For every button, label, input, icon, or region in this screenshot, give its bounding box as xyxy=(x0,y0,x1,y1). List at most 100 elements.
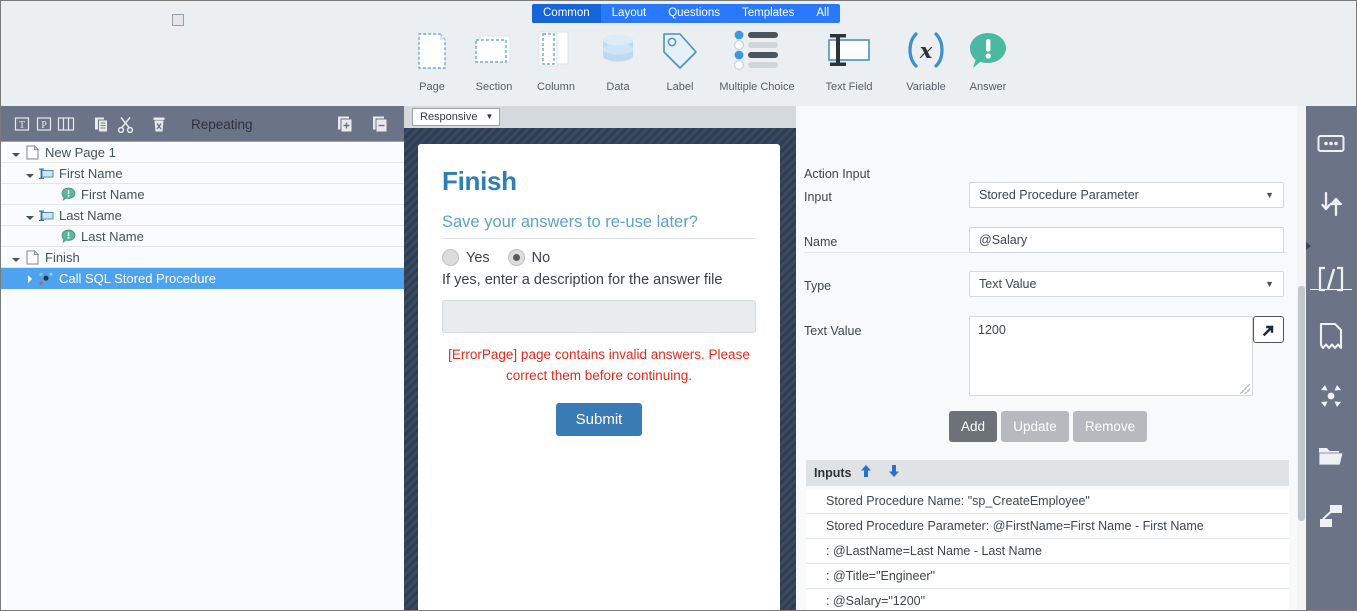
expand-all-icon[interactable] xyxy=(335,113,357,135)
rail-item-flow[interactable] xyxy=(1313,186,1349,222)
rail-item-properties[interactable] xyxy=(1313,126,1349,162)
update-button[interactable]: Update xyxy=(1001,411,1069,442)
input-label: Input xyxy=(804,190,832,204)
ribbon-tab-layout[interactable]: Layout xyxy=(601,4,658,23)
tree-item-first-name-field[interactable]: First Name xyxy=(1,163,404,184)
arrow-up-right-icon xyxy=(1262,325,1274,337)
ribbon-item-answer[interactable]: Answer xyxy=(957,25,1019,93)
page-icon xyxy=(23,144,41,160)
tree-item-first-name-answer[interactable]: First Name xyxy=(1,184,404,205)
ribbon-item-multiple-choice[interactable]: Multiple Choice xyxy=(711,25,803,93)
validation-error-message: [ErrorPage] page contains invalid answer… xyxy=(448,347,750,383)
ribbon-item-label: Data xyxy=(606,81,630,93)
remove-button[interactable]: Remove xyxy=(1073,411,1147,442)
tree-item-finish[interactable]: Finish xyxy=(1,247,404,268)
ribbon-item-label: Column xyxy=(537,81,575,93)
text-field-icon xyxy=(37,167,55,180)
ribbon-item-label: Answer xyxy=(969,81,1007,93)
resize-grip-icon[interactable] xyxy=(1240,384,1250,394)
inputs-list-row[interactable]: Stored Procedure Name: "sp_CreateEmploye… xyxy=(806,489,1289,514)
twisty-icon[interactable] xyxy=(23,208,37,223)
document-icon xyxy=(1319,322,1343,350)
text-value-content: 1200 xyxy=(978,323,1006,337)
tree-item-last-name-field[interactable]: Last Name xyxy=(1,205,404,226)
name-label: Name xyxy=(804,235,838,249)
ribbon-item-label: Multiple Choice xyxy=(719,81,795,93)
rail-item-layers[interactable] xyxy=(1313,498,1349,534)
text-tool-icon[interactable]: T xyxy=(11,113,33,135)
inputs-list-header: Inputs xyxy=(806,460,1289,486)
tree-item-new-page-1[interactable]: New Page 1 xyxy=(1,142,404,163)
text-value-textarea[interactable]: 1200 xyxy=(969,316,1253,396)
page-title: Finish xyxy=(442,166,517,196)
copy-icon[interactable] xyxy=(91,113,113,135)
cut-icon[interactable] xyxy=(114,113,136,135)
name-input[interactable]: @Salary xyxy=(969,227,1284,253)
multiple-choice-icon xyxy=(731,25,783,75)
ribbon-item-label: Page xyxy=(419,81,445,93)
save-answers-radio-group: Yes No xyxy=(442,249,756,266)
inputs-list-row[interactable]: : @Salary="1200" xyxy=(806,589,1289,610)
rail-active-indicator xyxy=(1306,242,1311,250)
add-button[interactable]: Add xyxy=(949,411,997,442)
ribbon-tab-common[interactable]: Common xyxy=(532,4,601,23)
submit-button[interactable]: Submit xyxy=(555,402,643,436)
tag-icon xyxy=(658,25,702,75)
columns-tool-icon[interactable] xyxy=(55,113,77,135)
tree-item-call-sql-stored-procedure[interactable]: Call SQL Stored Procedure xyxy=(1,268,404,289)
ribbon-item-data[interactable]: Data xyxy=(587,25,649,93)
repeating-checkbox[interactable] xyxy=(172,14,184,26)
preview-toolbar: Responsive ▼ xyxy=(404,106,796,128)
ribbon-tab-questions[interactable]: Questions xyxy=(657,4,731,23)
answer-description-input[interactable] xyxy=(442,300,756,333)
tree-item-label: New Page 1 xyxy=(45,144,116,160)
twisty-icon[interactable] xyxy=(23,271,37,286)
form-preview-panel: Responsive ▼ Finish Save your answers to… xyxy=(404,106,796,610)
rail-item-navigate[interactable] xyxy=(1313,378,1349,414)
input-select-value: Stored Procedure Parameter xyxy=(979,188,1139,202)
properties-scrollbar-thumb[interactable] xyxy=(1298,286,1305,521)
tree-item-label: Last Name xyxy=(81,228,144,244)
layers-icon xyxy=(1320,505,1342,527)
input-select[interactable]: Stored Procedure Parameter ▼ xyxy=(969,182,1284,208)
radio-yes-icon[interactable] xyxy=(442,249,459,266)
rail-item-code[interactable] xyxy=(1313,261,1349,297)
ribbon-item-text-field[interactable]: Text Field xyxy=(803,25,895,93)
ribbon-item-variable[interactable]: x Variable xyxy=(895,25,957,93)
move-up-icon[interactable] xyxy=(860,464,872,483)
twisty-icon[interactable] xyxy=(23,166,37,181)
move-down-icon[interactable] xyxy=(888,464,900,483)
page-tool-icon[interactable]: P xyxy=(33,113,55,135)
tree-item-last-name-answer[interactable]: Last Name xyxy=(1,226,404,247)
outline-panel: T P New Page 1 First Name First Name Las… xyxy=(1,106,404,610)
delete-icon[interactable] xyxy=(148,113,170,135)
expand-text-value-button[interactable] xyxy=(1253,316,1284,343)
twisty-icon[interactable] xyxy=(9,145,23,160)
svg-text:x: x xyxy=(919,38,933,63)
rail-item-document[interactable] xyxy=(1313,318,1349,354)
responsive-mode-select[interactable]: Responsive ▼ xyxy=(412,108,501,126)
inputs-list-row[interactable]: : @Title="Engineer" xyxy=(806,564,1289,589)
ribbon-item-page[interactable]: Page xyxy=(401,25,463,93)
inputs-list-row[interactable]: Stored Procedure Parameter: @FirstName=F… xyxy=(806,514,1289,539)
radio-option-yes[interactable]: Yes xyxy=(442,249,490,266)
chevron-down-icon: ▼ xyxy=(1265,279,1274,289)
ribbon-item-column[interactable]: Column xyxy=(525,25,587,93)
radio-option-no[interactable]: No xyxy=(507,249,550,266)
collapse-all-icon[interactable] xyxy=(370,113,392,135)
ribbon-tab-all[interactable]: All xyxy=(805,4,840,23)
ribbon-item-section[interactable]: Section xyxy=(463,25,525,93)
twisty-icon[interactable] xyxy=(9,250,23,265)
ribbon-item-label[interactable]: Label xyxy=(649,25,711,93)
radio-no-icon[interactable] xyxy=(507,249,525,266)
properties-icon xyxy=(1317,135,1345,152)
rail-item-folder[interactable] xyxy=(1313,438,1349,474)
navigate-icon xyxy=(1321,385,1341,407)
radio-yes-label: Yes xyxy=(466,249,490,266)
inputs-list-row[interactable]: : @LastName=Last Name - Last Name xyxy=(806,539,1289,564)
answer-icon xyxy=(965,25,1011,75)
ribbon-tab-templates[interactable]: Templates xyxy=(731,4,805,23)
type-select[interactable]: Text Value ▼ xyxy=(969,271,1284,297)
variable-icon: x xyxy=(903,25,949,75)
chevron-down-icon: ▼ xyxy=(485,112,494,121)
